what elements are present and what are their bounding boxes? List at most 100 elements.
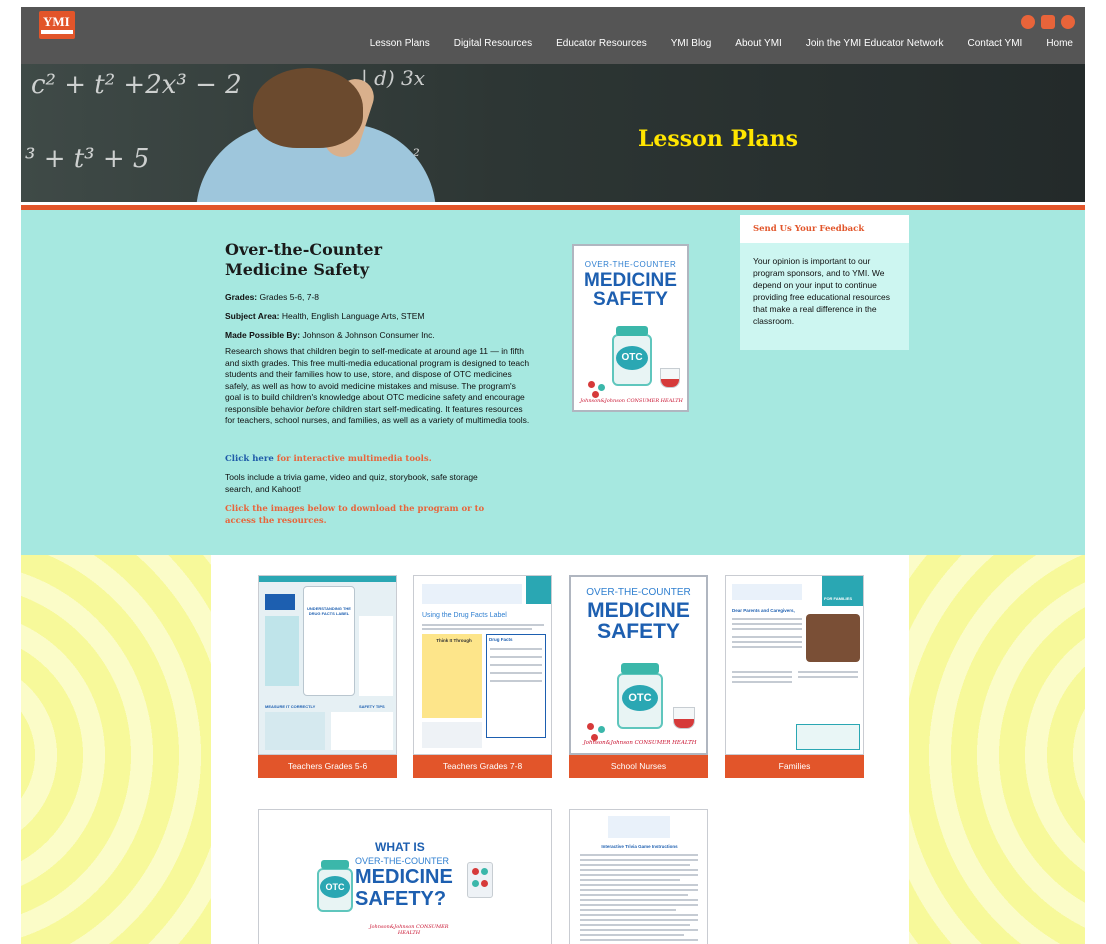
lesson-title: Over-the-Counter Medicine Safety	[225, 240, 465, 280]
social-links	[1021, 15, 1075, 29]
thumb-measure-text: MEASURE IT CORRECTLY	[265, 704, 316, 709]
nav-digital-resources[interactable]: Digital Resources	[442, 38, 544, 49]
lesson-description: Research shows that children begin to se…	[225, 346, 531, 427]
trivia-instructions-thumbnail[interactable]: Interactive Trivia Game Instructions	[569, 809, 708, 944]
feedback-title[interactable]: Send Us Your Feedback	[753, 224, 864, 234]
families-button[interactable]: Families	[725, 755, 864, 778]
resource-card-what-is-otc: WHAT IS OVER-THE-COUNTER MEDICINE SAFETY…	[258, 809, 552, 944]
thumb-text-line	[580, 869, 698, 871]
tools-text: Tools include a trivia game, video and q…	[225, 472, 478, 494]
what-is-text: WHAT IS	[375, 840, 425, 854]
what-is-otc-label: OTC	[320, 876, 350, 898]
logo-text: YMI	[43, 14, 70, 29]
school-nurses-button[interactable]: School Nurses	[569, 755, 708, 778]
thumb-text-line	[732, 681, 792, 683]
thumb-title-text: UNDERSTANDING THE DRUG FACTS LABEL	[307, 606, 351, 616]
teachers-5-6-button[interactable]: Teachers Grades 5-6	[258, 755, 397, 778]
main-nav: Lesson Plans Digital Resources Educator …	[358, 38, 1085, 49]
nurses-cover-line-safety: SAFETY	[597, 620, 680, 643]
nav-about-ymi[interactable]: About YMI	[723, 38, 794, 49]
thumb-drug-facts-text: Drug Facts	[489, 637, 513, 642]
pill-art	[587, 723, 594, 730]
thumb-text-line	[580, 879, 680, 881]
resource-card-families: FOR FAMILIES Dear Parents and Caregivers…	[725, 575, 864, 778]
cover-line-medicine: MEDICINE	[584, 270, 677, 291]
grades-value: Grades 5-6, 7-8	[257, 292, 320, 302]
thumb-text-line	[580, 889, 698, 891]
thumb-logo-block	[732, 584, 802, 600]
page-title: Lesson Plans	[637, 126, 799, 152]
cover-line-safety: SAFETY	[593, 289, 668, 310]
thumb-text-line	[732, 636, 802, 638]
facebook-icon[interactable]	[1021, 15, 1035, 29]
teachers-7-8-thumbnail[interactable]: Using the Drug Facts Label Think It Thro…	[413, 575, 552, 755]
thumb-text-line	[490, 672, 542, 674]
resource-card-teachers-5-6: UNDERSTANDING THE DRUG FACTS LABEL MEASU…	[258, 575, 397, 778]
thumb-text-line	[798, 676, 858, 678]
nav-join-network[interactable]: Join the YMI Educator Network	[794, 38, 956, 49]
thumb-logo-block	[422, 584, 522, 604]
bottle-cap-art	[616, 326, 648, 336]
description-emphasis: before	[305, 403, 330, 414]
download-note: Click the images below to download the p…	[225, 504, 485, 526]
hero-banner: c² + t² +2x³ − 2 | d) 3x ³ + t³ + 5 2x² …	[21, 64, 1085, 202]
pill-art	[598, 384, 605, 391]
thumb-did-you-know-box	[422, 722, 482, 748]
thumb-text-line	[580, 854, 698, 856]
thumb-text-line	[798, 671, 858, 673]
grades-line: Grades: Grades 5-6, 7-8	[225, 292, 319, 302]
nav-home[interactable]: Home	[1034, 38, 1085, 49]
nav-contact-ymi[interactable]: Contact YMI	[955, 38, 1034, 49]
sponsor-value: Johnson & Johnson Consumer Inc.	[300, 330, 435, 340]
thumb-text-line	[580, 884, 698, 886]
interactive-tools-link[interactable]: Click here for interactive multimedia to…	[225, 454, 432, 464]
dosing-cup-art	[660, 368, 680, 388]
feedback-header: Send Us Your Feedback	[740, 215, 909, 243]
click-here-rest: for interactive multimedia tools.	[273, 454, 432, 464]
pill-art	[592, 391, 599, 398]
nurses-brand-text: Johnson&Johnson CONSUMER HEALTH	[583, 740, 697, 746]
pill-art	[598, 726, 605, 733]
pinterest-icon[interactable]	[1061, 15, 1075, 29]
thumb-footer-block	[265, 712, 325, 750]
nav-lesson-plans[interactable]: Lesson Plans	[358, 38, 442, 49]
thumb-text-line	[422, 628, 532, 630]
thumb-text-line	[580, 859, 698, 861]
nav-ymi-blog[interactable]: YMI Blog	[659, 38, 724, 49]
families-thumbnail[interactable]: FOR FAMILIES Dear Parents and Caregivers…	[725, 575, 864, 755]
program-cover-image[interactable]: OVER-THE-COUNTER MEDICINE SAFETY OTC Joh…	[572, 244, 689, 412]
page: YMI Lesson Plans Digital Resources Educa…	[21, 7, 1085, 944]
click-here-link[interactable]: Click here	[225, 454, 274, 464]
thumb-footer-block	[796, 724, 860, 750]
thumb-text-line	[732, 676, 792, 678]
what-is-otc-thumbnail[interactable]: WHAT IS OVER-THE-COUNTER MEDICINE SAFETY…	[258, 809, 552, 944]
bottle-cap-art	[321, 860, 349, 869]
lesson-title-line2: Medicine Safety	[225, 260, 370, 279]
trivia-title-text: Interactive Trivia Game Instructions	[601, 844, 678, 849]
instagram-icon[interactable]	[1041, 15, 1055, 29]
school-nurses-thumbnail[interactable]: OVER-THE-COUNTER MEDICINE SAFETY OTC Joh…	[569, 575, 708, 755]
cover-line-small: OVER-THE-COUNTER	[584, 260, 677, 269]
thumb-think-box	[422, 634, 482, 718]
thumb-text-line	[732, 618, 802, 620]
pill-art	[481, 868, 488, 875]
nav-educator-resources[interactable]: Educator Resources	[544, 38, 659, 49]
thumb-safety-text: SAFETY TIPS	[359, 704, 385, 709]
thumb-text-line	[580, 899, 698, 901]
thumb-dear-parents: Dear Parents and Caregivers,	[732, 608, 795, 613]
grades-label: Grades:	[225, 292, 258, 302]
thumb-corner-flag	[526, 576, 551, 604]
nurses-cover-line-medicine: MEDICINE	[587, 599, 690, 622]
thumb-think-text: Think It Through	[436, 638, 472, 643]
nurses-cover-line-small: OVER-THE-COUNTER	[586, 587, 691, 598]
thumb-header-bar	[259, 576, 396, 582]
teachers-5-6-thumbnail[interactable]: UNDERSTANDING THE DRUG FACTS LABEL MEASU…	[258, 575, 397, 755]
logo-subtext-bar	[41, 30, 73, 34]
sponsor-line: Made Possible By: Johnson & Johnson Cons…	[225, 330, 435, 340]
ymi-logo[interactable]: YMI	[39, 11, 75, 39]
chalkboard-math-1: c² + t² +2x³ − 2	[31, 70, 242, 100]
thumb-family-photo	[806, 614, 860, 662]
teachers-7-8-button[interactable]: Teachers Grades 7-8	[413, 755, 552, 778]
thumb-text-line	[490, 648, 542, 650]
top-bar: YMI Lesson Plans Digital Resources Educa…	[21, 7, 1085, 64]
